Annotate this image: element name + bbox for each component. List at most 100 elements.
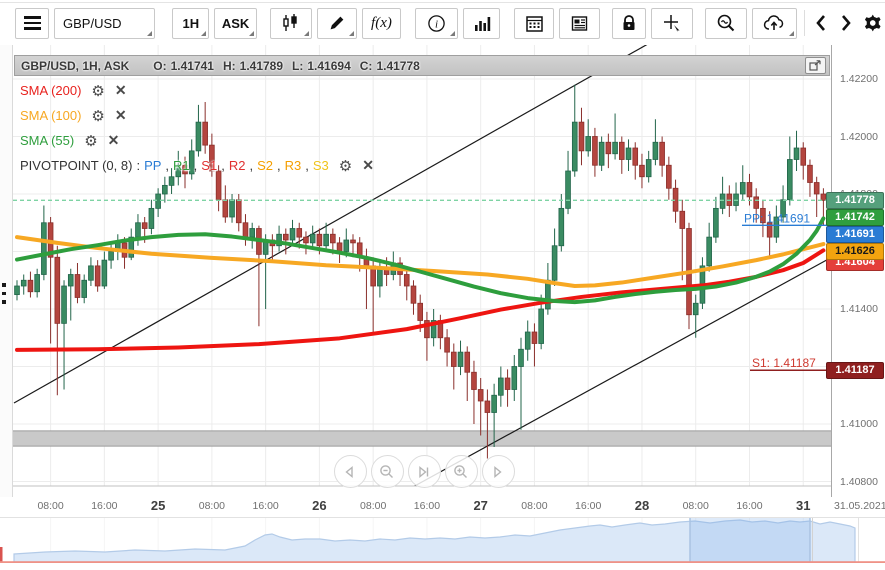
time-axis[interactable]: 08:00 16:00 25 08:00 16:00 26 08:00 16:00 27 08:0… (13, 497, 831, 515)
axis-date-label: 31.05.2021 (834, 500, 885, 512)
pivot-level-label: S1 (201, 158, 218, 173)
main-toolbar: GBP/USD 1H ASK f(x) i (0, 7, 885, 39)
info-icon: i (428, 14, 445, 32)
symbol-selector[interactable]: GBP/USD (54, 7, 156, 39)
indicator-settings-icon[interactable]: ⚙ (91, 107, 104, 125)
settings-button[interactable] (861, 7, 885, 39)
volume-bars-icon (474, 17, 490, 31)
indicator-remove-icon[interactable]: ✕ (108, 132, 120, 149)
interval-selector[interactable]: 1H (172, 7, 210, 39)
news-button[interactable] (559, 7, 601, 39)
toolbar-divider (803, 10, 805, 36)
trading-app-window: GBP/USD 1H ASK f(x) i PP: 1.41691 S1: 1.… (0, 0, 885, 570)
price-tick-label: 1.41200 (840, 360, 878, 373)
symbol-label: GBP/USD (63, 15, 122, 31)
time-tick-label: 16:00 (736, 500, 763, 512)
dropdown-corner-icon (147, 30, 153, 36)
detach-chart-button[interactable] (805, 57, 826, 74)
lock-button[interactable] (611, 7, 646, 39)
pivot-comma: , (193, 158, 198, 173)
price-mode-label: ASK (221, 15, 250, 31)
scroll-right-button[interactable] (836, 7, 857, 39)
price-tick-label: 1.41600 (840, 245, 878, 258)
navigator-strip[interactable] (0, 517, 885, 563)
legend-row: SMA (100) ⚙ ✕ (20, 107, 374, 125)
indicator-remove-icon[interactable]: ✕ (362, 157, 374, 174)
legend-row-pivot: PIVOTPOINT (0, 8) : PP, R1, S1, R2, S2, … (20, 157, 374, 175)
volume-button[interactable] (463, 7, 501, 39)
chart-instrument-label: GBP/USD, 1H, ASK (21, 58, 130, 73)
high-label: H: (222, 58, 236, 73)
zoom-out-button[interactable] (370, 455, 404, 488)
svg-text:i: i (435, 18, 438, 30)
drawing-toolbar-handle[interactable] (2, 283, 6, 304)
indicator-settings-icon[interactable]: ⚙ (84, 132, 97, 150)
info-button[interactable]: i (414, 7, 459, 39)
go-to-latest-button[interactable] (407, 455, 441, 488)
low-label: L: (292, 58, 304, 73)
top-divider (0, 2, 885, 3)
low-value: 1.41694 (307, 58, 351, 73)
pivot-comma: , (305, 158, 309, 173)
close-label: C: (359, 58, 373, 73)
zoom-data-button[interactable] (705, 7, 748, 39)
save-cloud-button[interactable] (752, 7, 797, 39)
interval-label: 1H (182, 15, 200, 31)
magnifier-wave-icon (717, 14, 735, 32)
day-tick-label: 25 (150, 498, 166, 513)
indicator-label: SMA (200) (20, 83, 82, 98)
dropdown-corner-icon (348, 30, 354, 36)
open-in-window-icon (809, 60, 821, 71)
go-to-latest-icon (419, 465, 429, 478)
drawing-toolbar-strip (0, 45, 13, 497)
time-tick-label: 16:00 (575, 500, 602, 512)
navigator-selection[interactable] (690, 518, 810, 562)
indicator-remove-icon[interactable]: ✕ (115, 82, 127, 99)
crosshair-button[interactable] (650, 7, 694, 39)
chevron-right-icon (842, 15, 852, 31)
svg-text:S1: 1.41187: S1: 1.41187 (752, 356, 816, 370)
pencil-icon (330, 16, 344, 30)
indicator-settings-icon[interactable]: ⚙ (91, 82, 104, 100)
open-label: O: (153, 58, 167, 73)
pivot-comma: , (221, 158, 225, 173)
pivot-comma: , (165, 158, 170, 173)
price-axis[interactable]: 1.42200 1.42000 1.41800 1.41600 1.41400 1.412… (831, 45, 885, 497)
price-tick-label: 1.41000 (840, 418, 878, 430)
price-tick-label: 1.41400 (840, 303, 878, 315)
pivot-separator: : (136, 158, 141, 173)
pivot-indicator-label: PIVOTPOINT (0, 8) (20, 158, 133, 173)
pivot-level-label: R2 (228, 158, 246, 173)
pivot-comma: , (249, 158, 254, 173)
dropdown-corner-icon (303, 30, 309, 36)
pan-left-button[interactable] (333, 455, 367, 488)
pivot-level-label: S2 (257, 158, 273, 173)
draw-button[interactable] (316, 7, 357, 39)
indicator-remove-icon[interactable]: ✕ (115, 107, 127, 124)
dropdown-corner-icon (450, 30, 456, 36)
zoom-in-button[interactable] (444, 455, 478, 488)
pivot-comma: , (276, 158, 281, 173)
high-value: 1.41789 (239, 58, 284, 73)
pivot-level-label: R1 (173, 158, 190, 173)
scroll-left-button[interactable] (811, 7, 832, 39)
close-value: 1.41778 (376, 58, 420, 73)
pan-right-button[interactable] (481, 455, 515, 488)
price-mode-selector[interactable]: ASK (214, 7, 257, 39)
pivot-level-label: PP (144, 158, 162, 173)
time-tick-label: 08:00 (521, 500, 548, 512)
chart-type-button[interactable] (270, 7, 312, 39)
pivot-level-label: R3 (284, 158, 302, 173)
indicator-settings-icon[interactable]: ⚙ (339, 157, 352, 175)
open-value: 1.41741 (170, 58, 214, 73)
time-tick-label: 08:00 (37, 500, 64, 512)
fx-indicator-icon: f(x) (371, 14, 392, 31)
calendar-button[interactable] (513, 7, 555, 39)
day-tick-label: 28 (634, 498, 650, 513)
day-tick-label: 26 (312, 498, 327, 513)
pan-right-icon (494, 465, 502, 478)
menu-button[interactable] (15, 7, 49, 39)
indicators-button[interactable]: f(x) (361, 7, 402, 39)
time-tick-label: 16:00 (252, 500, 279, 512)
indicator-legend: SMA (200) ⚙ ✕ SMA (100) ⚙ ✕ SMA (55) ⚙ ✕ PIVOTPOI… (20, 82, 374, 175)
